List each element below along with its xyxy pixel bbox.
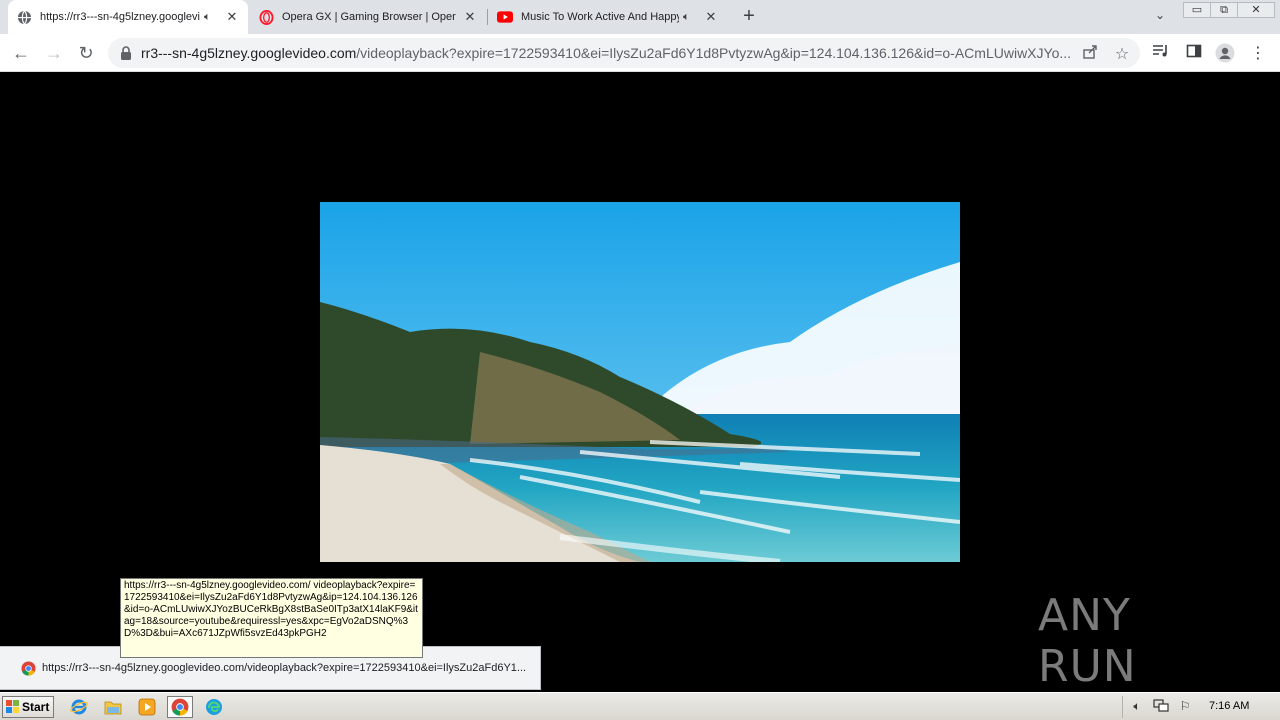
new-tab-button[interactable]: + (737, 5, 761, 29)
close-window-button[interactable]: ✕ (1237, 2, 1275, 18)
restore-button[interactable]: ⧉ (1210, 2, 1238, 18)
url-path: /videoplayback?expire=1722593410&ei=Ilys… (356, 45, 1071, 61)
forward-arrow-icon[interactable]: → (42, 41, 66, 65)
status-url-text: https://rr3---sn-4g5lzney.googlevideo.co… (42, 662, 527, 674)
file-explorer-icon[interactable] (100, 696, 126, 718)
speaker-icon[interactable]: 🔈︎ (683, 11, 697, 24)
tab-music[interactable]: Music To Work Active And Happy Mood 🔈︎ ✕ (489, 0, 727, 34)
beach-video-frame (320, 202, 960, 562)
url-tooltip: https://rr3---sn-4g5lzney.googlevideo.co… (120, 578, 423, 658)
address-bar[interactable]: rr3---sn-4g5lzney.googlevideo.com/videop… (108, 38, 1140, 68)
internet-explorer-icon[interactable] (66, 696, 92, 718)
volume-icon[interactable]: 🔈︎ (1129, 699, 1145, 715)
url-text[interactable]: rr3---sn-4g5lzney.googlevideo.com/videop… (141, 45, 1071, 61)
browser-toolbar: ← → ↻ rr3---sn-4g5lzney.googlevideo.com/… (0, 34, 1280, 72)
tab-title: Music To Work Active And Happy Mood (521, 11, 679, 23)
reload-icon[interactable]: ↻ (74, 41, 98, 65)
chrome-icon (20, 660, 36, 676)
action-center-flag-icon[interactable]: ⚐ (1177, 699, 1193, 715)
close-tab-icon[interactable]: ✕ (462, 9, 478, 25)
side-panel-icon[interactable] (1184, 43, 1204, 63)
anyrun-watermark-logo: ANY RUN (1038, 590, 1137, 692)
close-tab-icon[interactable]: ✕ (224, 9, 240, 25)
system-tray: 🔈︎ ⚐ 7:16 AM (1122, 696, 1278, 718)
share-icon[interactable] (1080, 44, 1100, 62)
taskbar: Start 🔈︎ ⚐ 7:16 AM (0, 692, 1280, 720)
speaker-icon[interactable]: 🔈︎ (204, 11, 218, 24)
screen: https://rr3---sn-4g5lzney.googlevideo.co… (0, 0, 1280, 720)
chrome-taskbar-icon[interactable] (167, 696, 193, 718)
opera-icon (258, 9, 274, 25)
tab-googlevideo[interactable]: https://rr3---sn-4g5lzney.googlevideo.co… (8, 0, 248, 34)
back-arrow-icon[interactable]: ← (9, 41, 33, 65)
start-label: Start (22, 700, 50, 714)
globe-icon (16, 9, 32, 25)
tab-opera[interactable]: Opera GX | Gaming Browser | Opera ✕ (250, 0, 486, 34)
taskbar-clock[interactable]: 7:16 AM (1209, 700, 1249, 712)
bookmark-star-icon[interactable]: ☆ (1112, 44, 1132, 63)
edge-icon[interactable] (201, 696, 227, 718)
tab-search-chevron-icon[interactable]: ⌄ (1150, 8, 1170, 26)
minimize-button[interactable]: ▭ (1183, 2, 1211, 18)
media-controls-icon[interactable] (1151, 43, 1171, 63)
media-player-icon[interactable] (134, 696, 160, 718)
lock-icon[interactable] (120, 46, 132, 60)
profile-avatar-icon[interactable] (1215, 43, 1235, 63)
url-host: rr3---sn-4g5lzney.googlevideo.com (141, 45, 357, 61)
tab-strip: https://rr3---sn-4g5lzney.googlevideo.co… (0, 0, 1280, 34)
tab-title: Opera GX | Gaming Browser | Opera (282, 11, 456, 23)
windows-flag-icon (6, 700, 19, 713)
close-tab-icon[interactable]: ✕ (703, 9, 719, 25)
kebab-menu-icon[interactable]: ⋮ (1248, 43, 1268, 63)
youtube-icon (497, 9, 513, 25)
network-icon[interactable] (1153, 699, 1169, 715)
start-button[interactable]: Start (2, 696, 54, 718)
video-player[interactable] (320, 202, 960, 562)
tab-title: https://rr3---sn-4g5lzney.googlevideo.co… (40, 11, 200, 23)
tab-separator (487, 9, 488, 25)
